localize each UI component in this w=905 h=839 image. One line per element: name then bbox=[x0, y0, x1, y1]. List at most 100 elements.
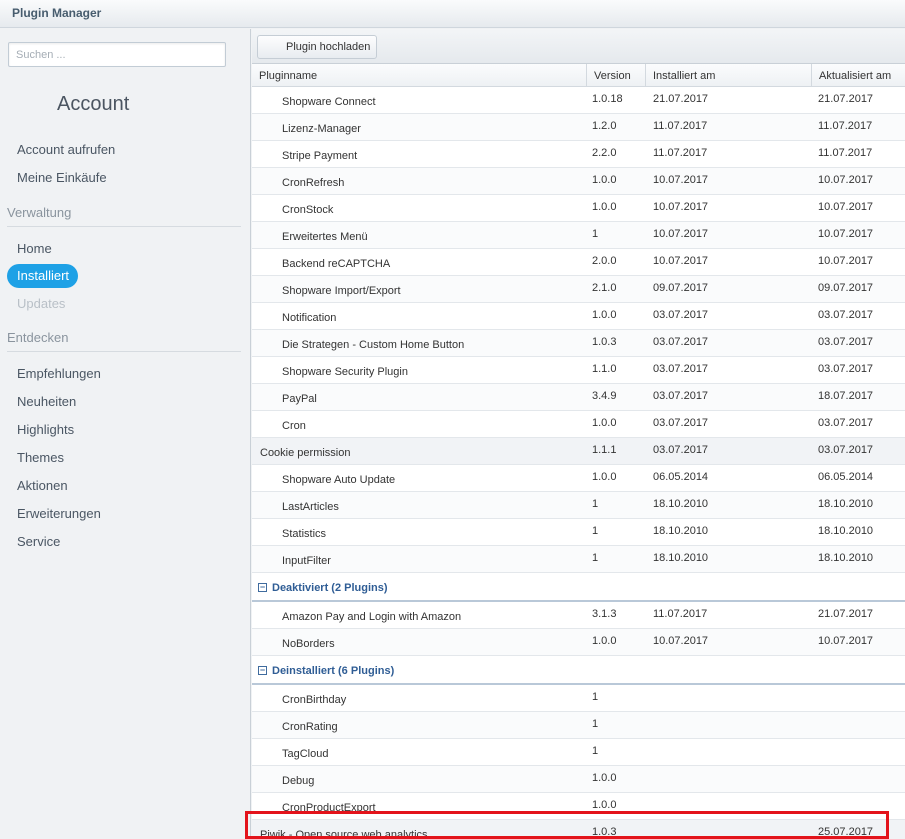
plugin-version-cell: 3.4.9 bbox=[592, 390, 617, 402]
plugin-updated-cell: 03.07.2017 bbox=[818, 444, 874, 456]
nav-installiert[interactable]: Installiert bbox=[7, 264, 78, 288]
plugin-version-cell: 1.0.0 bbox=[592, 772, 617, 784]
plugin-installed-cell: 10.07.2017 bbox=[653, 201, 709, 213]
plugin-updated-cell: 03.07.2017 bbox=[818, 336, 874, 348]
plugin-installed-cell: 11.07.2017 bbox=[653, 120, 708, 132]
plugin-name-cell: Cron bbox=[282, 420, 306, 432]
plugin-updated-cell: 10.07.2017 bbox=[818, 228, 874, 240]
plugin-name-cell: Stripe Payment bbox=[282, 150, 358, 162]
table-row[interactable]: NoBorders 1.0.0 10.07.2017 10.07.2017 bbox=[252, 629, 905, 656]
column-header-version[interactable]: Version bbox=[587, 64, 646, 87]
plugin-name-cell: NoBorders bbox=[282, 638, 335, 650]
plugin-version-cell: 2.2.0 bbox=[592, 147, 617, 159]
plugin-installed-cell: 21.07.2017 bbox=[653, 93, 709, 105]
plugin-updated-cell: 03.07.2017 bbox=[818, 309, 874, 321]
table-row[interactable]: Backend reCAPTCHA 2.0.0 10.07.2017 10.07.20… bbox=[252, 249, 905, 276]
column-header-pluginname[interactable]: Pluginname bbox=[252, 64, 587, 87]
plugin-version-cell: 1 bbox=[592, 525, 599, 537]
account-title: Account bbox=[57, 93, 130, 115]
plugin-updated-cell: 18.10.2010 bbox=[818, 552, 874, 564]
nav-updates: Updates bbox=[17, 296, 66, 311]
plugin-version-cell: 3.1.3 bbox=[592, 608, 617, 620]
plugin-installed-cell: 11.07.2017 bbox=[653, 147, 708, 159]
plugin-version-cell: 1.1.0 bbox=[592, 363, 617, 375]
plugin-version-cell: 2.0.0 bbox=[592, 255, 617, 267]
table-row[interactable]: Lizenz-Manager 1.2.0 11.07.2017 11.07.2017 bbox=[252, 114, 905, 141]
plugin-version-cell: 2.1.0 bbox=[592, 282, 617, 294]
nav-service[interactable]: Service bbox=[17, 534, 60, 549]
window-titlebar: Plugin Manager bbox=[0, 0, 905, 28]
table-row[interactable]: Notification 1.0.0 03.07.2017 03.07.2017 bbox=[252, 303, 905, 330]
plugin-updated-cell: 10.07.2017 bbox=[818, 174, 874, 186]
group-label: Deaktiviert (2 Plugins) bbox=[272, 582, 388, 594]
table-row[interactable]: TagCloud 1 bbox=[252, 739, 905, 766]
table-row[interactable]: Shopware Import/Export 2.1.0 09.07.2017 09.… bbox=[252, 276, 905, 303]
plugin-installed-cell: 03.07.2017 bbox=[653, 417, 709, 429]
plugin-installed-cell: 09.07.2017 bbox=[653, 282, 709, 294]
table-row[interactable]: CronBirthday 1 bbox=[252, 685, 905, 712]
plugin-installed-cell: 03.07.2017 bbox=[653, 309, 709, 321]
table-row[interactable]: Stripe Payment 2.2.0 11.07.2017 11.07.2017 bbox=[252, 141, 905, 168]
table-row[interactable]: Die Strategen - Custom Home Button 1.0.3 0… bbox=[252, 330, 905, 357]
search-box[interactable] bbox=[8, 42, 226, 67]
table-row[interactable]: Shopware Connect 1.0.18 21.07.2017 21.07.20… bbox=[252, 87, 905, 114]
plugin-version-cell: 1 bbox=[592, 745, 599, 757]
plugin-updated-cell: 09.07.2017 bbox=[818, 282, 874, 294]
table-row[interactable]: Shopware Auto Update 1.0.0 06.05.2014 06.05… bbox=[252, 465, 905, 492]
nav-empfehlungen[interactable]: Empfehlungen bbox=[17, 366, 101, 381]
plugin-updated-cell: 03.07.2017 bbox=[818, 417, 874, 429]
table-row[interactable]: InputFilter 1 18.10.2010 18.10.2010 bbox=[252, 546, 905, 573]
nav-account-aufrufen[interactable]: Account aufrufen bbox=[17, 142, 115, 157]
plugin-updated-cell: 21.07.2017 bbox=[818, 93, 874, 105]
table-row[interactable]: LastArticles 1 18.10.2010 18.10.2010 bbox=[252, 492, 905, 519]
nav-home[interactable]: Home bbox=[17, 241, 52, 256]
plugin-name-cell: TagCloud bbox=[282, 748, 329, 760]
search-input[interactable] bbox=[9, 43, 225, 66]
plugin-name-cell: CronRating bbox=[282, 721, 338, 733]
nav-aktionen[interactable]: Aktionen bbox=[17, 478, 68, 493]
table-row[interactable]: Cookie permission 1.1.1 03.07.2017 03.07.20… bbox=[252, 438, 905, 465]
table-row[interactable]: Cron 1.0.0 03.07.2017 03.07.2017 bbox=[252, 411, 905, 438]
plugin-upload-button[interactable]: Plugin hochladen bbox=[257, 35, 377, 59]
plugin-installed-cell: 10.07.2017 bbox=[653, 228, 709, 240]
table-row[interactable]: CronStock 1.0.0 10.07.2017 10.07.2017 bbox=[252, 195, 905, 222]
plugin-installed-cell: 10.07.2017 bbox=[653, 635, 709, 647]
plugin-name-cell: Debug bbox=[282, 775, 315, 787]
table-row[interactable]: CronProductExport 1.0.0 bbox=[252, 793, 905, 820]
column-header-installiert[interactable]: Installiert am bbox=[646, 64, 812, 87]
plugin-installed-cell: 06.05.2014 bbox=[653, 471, 709, 483]
group-header-deinstalliert[interactable]: − Deinstalliert (6 Plugins) bbox=[252, 656, 905, 685]
table-row[interactable]: Amazon Pay and Login with Amazon 3.1.3 11.… bbox=[252, 602, 905, 629]
collapse-icon[interactable]: − bbox=[258, 583, 267, 592]
plugin-updated-cell: 10.07.2017 bbox=[818, 255, 874, 267]
plugin-name-cell: Erweitertes Menü bbox=[282, 231, 368, 243]
table-row[interactable]: Piwik - Open source web analytics 1.0.3 25… bbox=[252, 820, 905, 839]
table-row[interactable]: CronRating 1 bbox=[252, 712, 905, 739]
collapse-icon[interactable]: − bbox=[258, 666, 267, 675]
nav-themes[interactable]: Themes bbox=[17, 450, 64, 465]
plugin-name-cell: CronBirthday bbox=[282, 694, 347, 706]
table-row[interactable]: Debug 1.0.0 bbox=[252, 766, 905, 793]
table-row[interactable]: Erweitertes Menü 1 10.07.2017 10.07.2017 bbox=[252, 222, 905, 249]
plugin-name-cell: InputFilter bbox=[282, 555, 331, 567]
column-header-aktualisiert[interactable]: Aktualisiert am bbox=[812, 64, 905, 87]
nav-highlights[interactable]: Highlights bbox=[17, 422, 74, 437]
plugin-name-cell: Notification bbox=[282, 312, 337, 324]
plugin-version-cell: 1 bbox=[592, 691, 599, 703]
group-header-deaktiviert[interactable]: − Deaktiviert (2 Plugins) bbox=[252, 573, 905, 602]
section-verwaltung: Verwaltung bbox=[7, 205, 72, 220]
plugin-version-cell: 1.0.0 bbox=[592, 417, 617, 429]
section-divider bbox=[7, 351, 241, 352]
plugin-installed-cell: 03.07.2017 bbox=[653, 336, 709, 348]
table-row[interactable]: PayPal 3.4.9 03.07.2017 18.07.2017 bbox=[252, 384, 905, 411]
plugin-version-cell: 1 bbox=[592, 228, 599, 240]
table-row[interactable]: Statistics 1 18.10.2010 18.10.2010 bbox=[252, 519, 905, 546]
window-title: Plugin Manager bbox=[12, 6, 102, 20]
nav-erweiterungen[interactable]: Erweiterungen bbox=[17, 506, 101, 521]
table-row[interactable]: Shopware Security Plugin 1.1.0 03.07.2017 0… bbox=[252, 357, 905, 384]
table-row[interactable]: CronRefresh 1.0.0 10.07.2017 10.07.2017 bbox=[252, 168, 905, 195]
nav-meine-einkaeufe[interactable]: Meine Einkäufe bbox=[17, 170, 107, 185]
nav-neuheiten[interactable]: Neuheiten bbox=[17, 394, 76, 409]
plugin-version-cell: 1.0.0 bbox=[592, 799, 617, 811]
plugin-version-cell: 1 bbox=[592, 498, 599, 510]
